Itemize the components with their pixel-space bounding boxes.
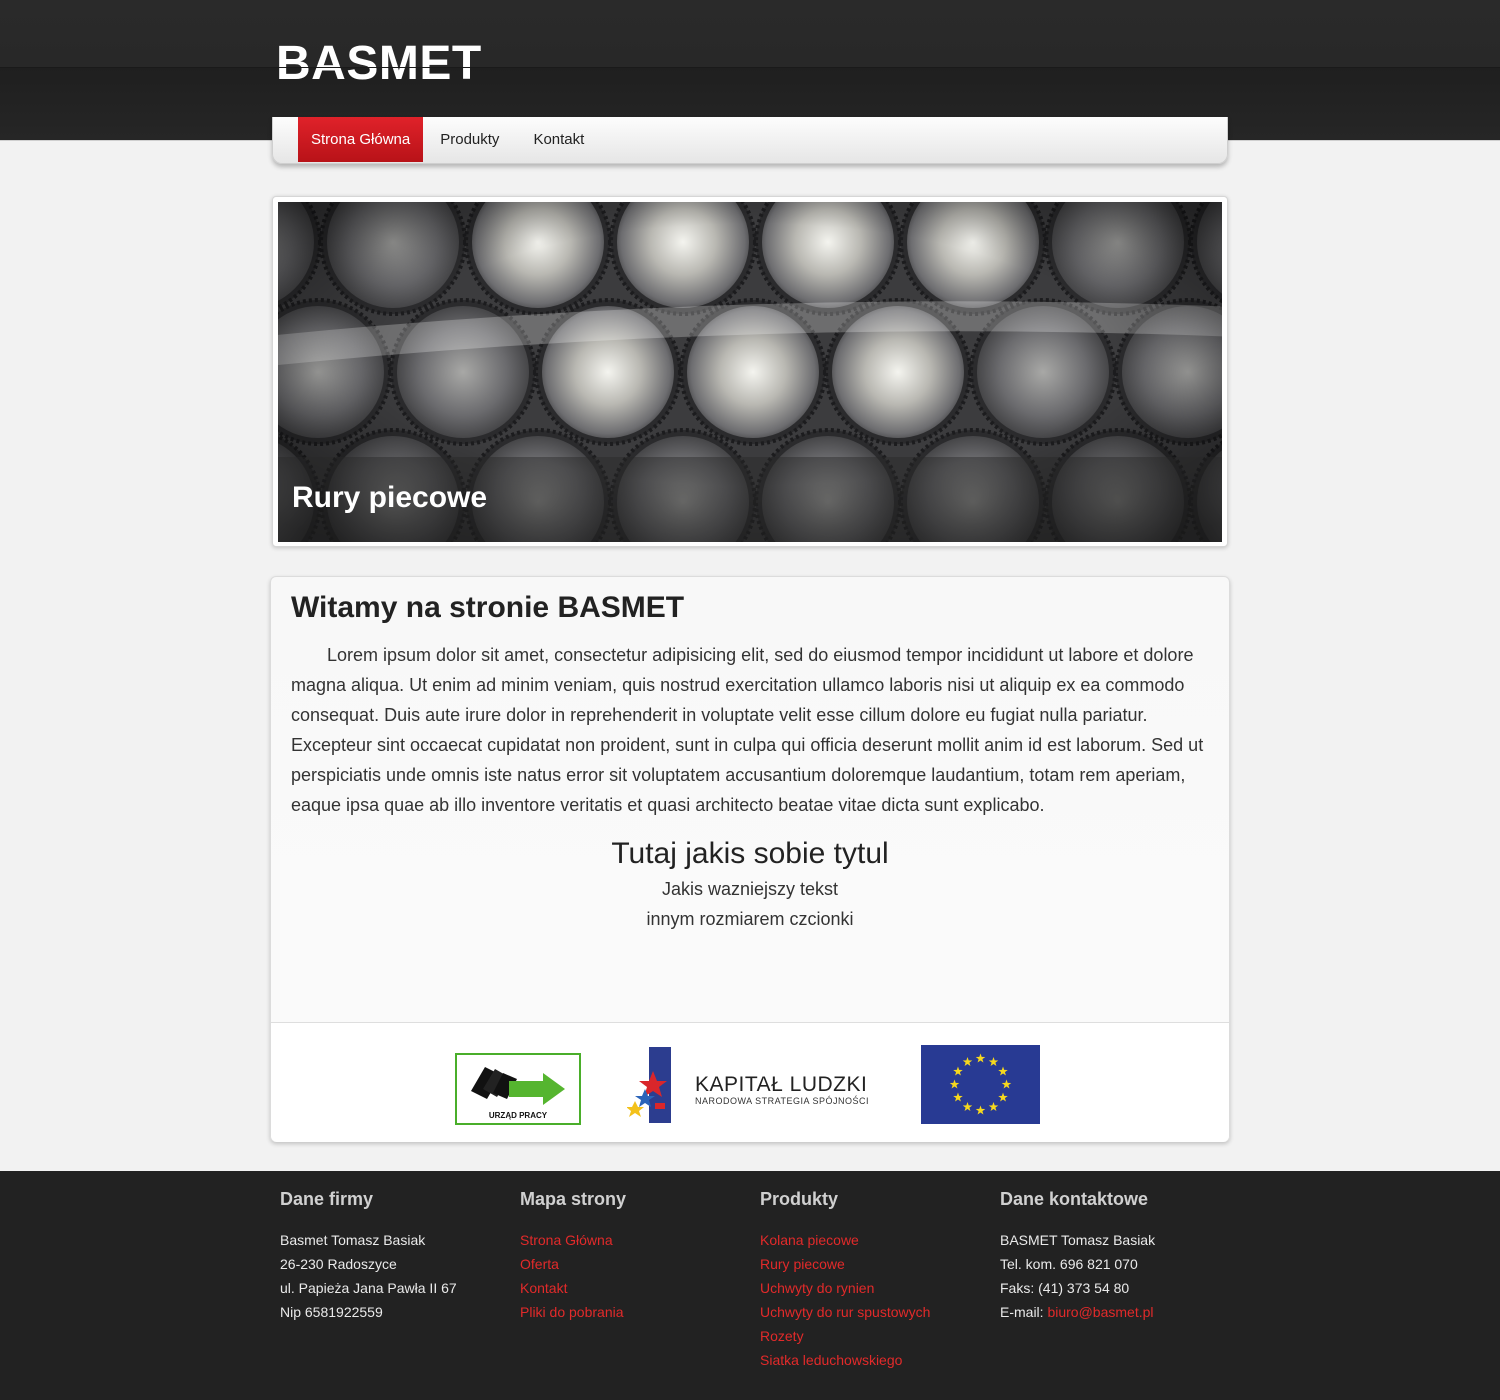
eu-star-icon: [998, 1066, 1008, 1076]
eu-flag-logo[interactable]: [921, 1045, 1040, 1124]
kapital-ludzki-logo[interactable]: KAPITAŁ LUDZKI NARODOWA STRATEGIA SPÓJNO…: [626, 1043, 887, 1127]
footer-sitemap-title: Mapa strony: [520, 1189, 627, 1209]
main-nav: Strona Główna Produkty Kontakt: [272, 117, 1228, 164]
product-link[interactable]: Siatka leduchowskiego: [760, 1348, 1000, 1372]
eu-star-icon: [998, 1092, 1008, 1102]
contact-line: Tel. kom. 696 821 070: [1000, 1256, 1138, 1272]
footer-contact-title: Dane kontaktowe: [1000, 1189, 1149, 1209]
footer: Dane firmy Basmet Tomasz Basiak 26-230 R…: [0, 1171, 1500, 1400]
contact-line: BASMET Tomasz Basiak: [1000, 1232, 1156, 1248]
eu-star-icon: [962, 1102, 973, 1112]
intro-paragraph: Lorem ipsum dolor sit amet, consectetur …: [291, 645, 1204, 815]
sitemap-link-home[interactable]: Strona Główna: [520, 1228, 760, 1252]
company-line: Basmet Tomasz Basiak: [280, 1232, 426, 1248]
email-link[interactable]: biuro@basmet.pl: [1047, 1304, 1153, 1320]
company-line: ul. Papieża Jana Pawła II 67: [280, 1280, 457, 1296]
nav-item-products[interactable]: Produkty: [423, 117, 516, 162]
main-content: Witamy na stronie BASMET Lorem ipsum dol…: [270, 576, 1230, 1142]
company-line: Nip 6581922559: [280, 1304, 383, 1320]
slide-caption-bar: Rury piecowe: [278, 457, 1222, 542]
hero-image[interactable]: Rury piecowe: [278, 202, 1222, 542]
site-logo[interactable]: BASMET: [276, 36, 482, 91]
eu-star-icon: [988, 1102, 999, 1112]
urzad-pracy-logo[interactable]: URZĄD PRACY: [455, 1053, 581, 1125]
nav-item-contact[interactable]: Kontakt: [516, 117, 601, 162]
product-link[interactable]: Uchwyty do rynien: [760, 1276, 1000, 1300]
company-line: 26-230 Radoszyce: [280, 1256, 397, 1272]
section-line-2: innym rozmiarem czcionki: [646, 909, 854, 929]
eu-star-icon: [975, 1053, 986, 1063]
sitemap-link-contact[interactable]: Kontakt: [520, 1276, 760, 1300]
section-line-1: Jakis wazniejszy tekst: [661, 879, 839, 899]
slide-caption: Rury piecowe: [292, 481, 488, 514]
eu-stars-icon: [949, 1053, 1012, 1115]
hero-slider: Rury piecowe: [272, 196, 1228, 547]
footer-company: Dane firmy Basmet Tomasz Basiak 26-230 R…: [280, 1189, 520, 1324]
eu-star-icon: [949, 1079, 960, 1089]
eu-star-icon: [953, 1066, 963, 1076]
section-heading: Tutaj jakis sobie tytul: [611, 837, 889, 870]
product-link[interactable]: Rury piecowe: [760, 1252, 1000, 1276]
product-link[interactable]: Kolana piecowe: [760, 1228, 1000, 1252]
eu-star-icon: [953, 1092, 963, 1102]
contact-line: Faks: (41) 373 54 80: [1000, 1280, 1130, 1296]
footer-company-title: Dane firmy: [280, 1189, 374, 1209]
product-link[interactable]: Rozety: [760, 1324, 1000, 1348]
eu-star-icon: [1001, 1079, 1012, 1089]
kapital-ludzki-subtitle: NARODOWA STRATEGIA SPÓJNOŚCI: [695, 1096, 870, 1106]
eu-star-icon: [962, 1056, 973, 1067]
product-link[interactable]: Uchwyty do rur spustowych: [760, 1300, 1000, 1324]
footer-products-title: Produkty: [760, 1189, 839, 1209]
email-label: E-mail:: [1000, 1304, 1048, 1320]
sponsor-logos: URZĄD PRACY KAPITAŁ LUDZKI NARODOWA STRA…: [271, 1022, 1229, 1142]
footer-sitemap: Mapa strony Strona Główna Oferta Kontakt…: [520, 1189, 760, 1324]
urzad-pracy-label: URZĄD PRACY: [488, 1111, 548, 1120]
kapital-ludzki-title: KAPITAŁ LUDZKI: [695, 1073, 868, 1096]
sitemap-link-downloads[interactable]: Pliki do pobrania: [520, 1300, 760, 1324]
sitemap-link-offer[interactable]: Oferta: [520, 1252, 760, 1276]
contact-email-line: E-mail: biuro@basmet.pl: [1000, 1300, 1240, 1324]
nav-item-home[interactable]: Strona Główna: [298, 117, 424, 162]
kapital-ludzki-icon: [626, 1047, 671, 1123]
footer-contact: Dane kontaktowe BASMET Tomasz Basiak Tel…: [1000, 1189, 1240, 1324]
page-title: Witamy na stronie BASMET: [291, 591, 685, 624]
eu-star-icon: [975, 1105, 986, 1115]
eu-star-icon: [988, 1056, 999, 1067]
footer-products: Produkty Kolana piecowe Rury piecowe Uch…: [760, 1189, 1000, 1372]
